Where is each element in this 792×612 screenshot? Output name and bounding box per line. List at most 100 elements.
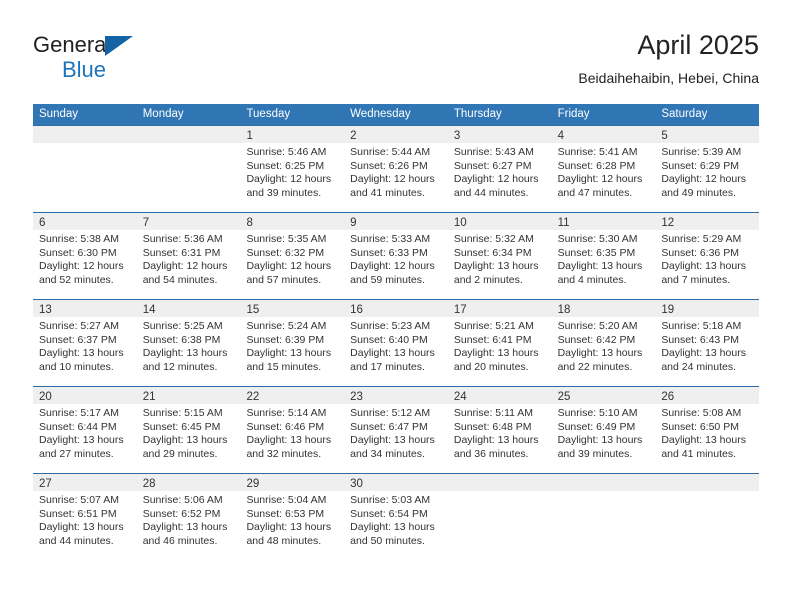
calendar-day-cell[interactable]: 21 Sunrise: 5:15 AM Sunset: 6:45 PM Dayligh… (136, 387, 241, 473)
day-details: Sunrise: 5:25 AM Sunset: 6:38 PM Daylight:… (137, 317, 241, 374)
day-detail-line: Sunset: 6:48 PM (453, 420, 532, 433)
day-detail-line: Daylight: 13 hours (557, 434, 643, 447)
day-detail-line: Sunrise: 5:39 AM (661, 146, 742, 158)
day-detail-line: and 52 minutes. (39, 273, 114, 286)
day-number-band (447, 474, 552, 491)
day-number-band: 6 (33, 213, 137, 230)
day-detail-line: and 48 minutes. (246, 534, 322, 547)
calendar-day-cell[interactable]: 19 Sunrise: 5:18 AM Sunset: 6:43 PM Dayligh… (655, 300, 760, 386)
weekday-header-wednesday: Wednesday (350, 108, 411, 120)
calendar-day-cell[interactable]: 10 Sunrise: 5:32 AM Sunset: 6:34 PM Dayligh… (447, 213, 552, 299)
calendar-day-cell[interactable]: 24 Sunrise: 5:11 AM Sunset: 6:48 PM Dayligh… (447, 387, 552, 473)
day-detail-line: Sunrise: 5:46 AM (246, 146, 327, 158)
day-detail-line: Sunset: 6:33 PM (350, 246, 428, 259)
day-details: Sunrise: 5:39 AM Sunset: 6:29 PM Daylight:… (655, 143, 759, 200)
day-detail-line: Daylight: 13 hours (142, 434, 228, 447)
calendar-empty-cell (33, 126, 137, 212)
day-number-band: 20 (33, 387, 137, 404)
day-number: 3 (453, 130, 461, 142)
day-number-band: 11 (551, 213, 656, 230)
day-detail-line: Sunset: 6:40 PM (350, 333, 428, 346)
day-detail-line: and 59 minutes. (350, 273, 425, 286)
day-detail-line: Sunset: 6:52 PM (142, 507, 221, 520)
day-detail-line: and 24 minutes. (661, 360, 737, 373)
day-detail-line: and 57 minutes. (246, 273, 322, 286)
calendar-day-cell[interactable]: 29 Sunrise: 5:04 AM Sunset: 6:53 PM Dayligh… (240, 474, 345, 560)
day-number-band: 9 (344, 213, 448, 230)
day-detail-line: Sunset: 6:39 PM (246, 333, 325, 346)
calendar-day-cell[interactable]: 13 Sunrise: 5:27 AM Sunset: 6:37 PM Dayligh… (33, 300, 137, 386)
calendar-day-cell[interactable]: 30 Sunrise: 5:03 AM Sunset: 6:54 PM Dayligh… (344, 474, 448, 560)
day-detail-line: Sunrise: 5:23 AM (350, 320, 431, 332)
calendar-day-cell[interactable]: 11 Sunrise: 5:30 AM Sunset: 6:35 PM Dayligh… (551, 213, 656, 299)
day-detail-line: Daylight: 13 hours (39, 347, 124, 360)
day-detail-line: Daylight: 13 hours (661, 260, 746, 273)
calendar-day-cell[interactable]: 17 Sunrise: 5:21 AM Sunset: 6:41 PM Dayligh… (447, 300, 552, 386)
page-title: April 2025 (637, 30, 759, 60)
day-detail-line: Sunrise: 5:12 AM (350, 407, 431, 419)
triangle-icon (105, 36, 133, 56)
day-detail-line: Sunrise: 5:18 AM (661, 320, 742, 332)
day-detail-line: Daylight: 13 hours (142, 521, 228, 534)
day-detail-line: and 7 minutes. (661, 273, 731, 286)
day-number-band: 21 (136, 387, 241, 404)
day-number-band: 29 (240, 474, 345, 491)
day-detail-line: Sunrise: 5:32 AM (453, 233, 534, 245)
day-number: 1 (246, 130, 253, 142)
day-detail-line: and 39 minutes. (557, 447, 633, 460)
day-detail-line: Sunrise: 5:03 AM (350, 494, 431, 506)
calendar-day-cell[interactable]: 7 Sunrise: 5:36 AM Sunset: 6:31 PM Daylight… (136, 213, 241, 299)
calendar-day-cell[interactable]: 23 Sunrise: 5:12 AM Sunset: 6:47 PM Dayligh… (344, 387, 448, 473)
day-detail-line: Sunset: 6:50 PM (661, 420, 739, 433)
calendar-day-cell[interactable]: 6 Sunrise: 5:38 AM Sunset: 6:30 PM Daylight… (33, 213, 137, 299)
calendar-day-cell[interactable]: 1 Sunrise: 5:46 AM Sunset: 6:25 PM Daylight… (240, 126, 345, 212)
day-details (137, 143, 241, 146)
calendar-day-cell[interactable]: 28 Sunrise: 5:06 AM Sunset: 6:52 PM Dayligh… (136, 474, 241, 560)
calendar-day-cell[interactable]: 3 Sunrise: 5:43 AM Sunset: 6:27 PM Daylight… (447, 126, 552, 212)
day-number: 4 (557, 130, 564, 142)
calendar-day-cell[interactable]: 5 Sunrise: 5:39 AM Sunset: 6:29 PM Daylight… (655, 126, 760, 212)
calendar-grid: Sunday Monday Tuesday Wednesday Thursday Frid… (33, 104, 760, 560)
calendar-day-cell[interactable]: 16 Sunrise: 5:23 AM Sunset: 6:40 PM Dayligh… (344, 300, 448, 386)
weekday-header-sunday: Sunday (39, 108, 79, 120)
day-number-band: 2 (344, 126, 448, 143)
day-details: Sunrise: 5:30 AM Sunset: 6:35 PM Daylight:… (552, 230, 656, 287)
day-detail-line: Sunset: 6:53 PM (246, 507, 325, 520)
general-blue-logo[interactable]: General Blue (33, 32, 213, 88)
day-details: Sunrise: 5:17 AM Sunset: 6:44 PM Daylight:… (33, 404, 137, 461)
day-details: Sunrise: 5:08 AM Sunset: 6:50 PM Daylight:… (655, 404, 759, 461)
day-number-band: 14 (136, 300, 241, 317)
calendar-day-cell[interactable]: 18 Sunrise: 5:20 AM Sunset: 6:42 PM Dayligh… (551, 300, 656, 386)
day-detail-line: Daylight: 13 hours (246, 521, 332, 534)
day-detail-line: and 54 minutes. (142, 273, 218, 286)
day-detail-line: and 17 minutes. (350, 360, 425, 373)
day-detail-line: and 47 minutes. (557, 186, 633, 199)
calendar-day-cell[interactable]: 22 Sunrise: 5:14 AM Sunset: 6:46 PM Dayligh… (240, 387, 345, 473)
day-detail-line: Sunrise: 5:20 AM (557, 320, 638, 332)
calendar-day-cell[interactable]: 8 Sunrise: 5:35 AM Sunset: 6:32 PM Daylight… (240, 213, 345, 299)
day-detail-line: Sunset: 6:30 PM (39, 246, 117, 259)
calendar-day-cell[interactable]: 26 Sunrise: 5:08 AM Sunset: 6:50 PM Dayligh… (655, 387, 760, 473)
day-number-band: 16 (344, 300, 448, 317)
calendar-day-cell[interactable]: 2 Sunrise: 5:44 AM Sunset: 6:26 PM Daylight… (344, 126, 448, 212)
calendar-day-cell[interactable]: 27 Sunrise: 5:07 AM Sunset: 6:51 PM Dayligh… (33, 474, 137, 560)
calendar-day-cell[interactable]: 25 Sunrise: 5:10 AM Sunset: 6:49 PM Dayligh… (551, 387, 656, 473)
day-detail-line: Sunrise: 5:06 AM (142, 494, 223, 506)
calendar-day-cell[interactable]: 9 Sunrise: 5:33 AM Sunset: 6:33 PM Daylight… (344, 213, 448, 299)
calendar-day-cell[interactable]: 14 Sunrise: 5:25 AM Sunset: 6:38 PM Dayligh… (136, 300, 241, 386)
day-details: Sunrise: 5:15 AM Sunset: 6:45 PM Daylight:… (137, 404, 241, 461)
day-number-band: 3 (447, 126, 552, 143)
calendar-day-cell[interactable]: 15 Sunrise: 5:24 AM Sunset: 6:39 PM Dayligh… (240, 300, 345, 386)
calendar-day-cell[interactable]: 4 Sunrise: 5:41 AM Sunset: 6:28 PM Daylight… (551, 126, 656, 212)
day-details: Sunrise: 5:18 AM Sunset: 6:43 PM Daylight:… (655, 317, 759, 374)
calendar-day-cell[interactable]: 12 Sunrise: 5:29 AM Sunset: 6:36 PM Dayligh… (655, 213, 760, 299)
calendar-day-cell[interactable]: 20 Sunrise: 5:17 AM Sunset: 6:44 PM Dayligh… (33, 387, 137, 473)
day-detail-line: Sunset: 6:41 PM (453, 333, 532, 346)
day-detail-line: and 15 minutes. (246, 360, 322, 373)
day-detail-line: Sunrise: 5:15 AM (142, 407, 223, 419)
day-number: 30 (350, 478, 363, 490)
day-detail-line: Sunset: 6:44 PM (39, 420, 117, 433)
day-number: 10 (453, 217, 467, 229)
day-details: Sunrise: 5:21 AM Sunset: 6:41 PM Daylight:… (448, 317, 552, 374)
day-number: 9 (350, 217, 357, 229)
